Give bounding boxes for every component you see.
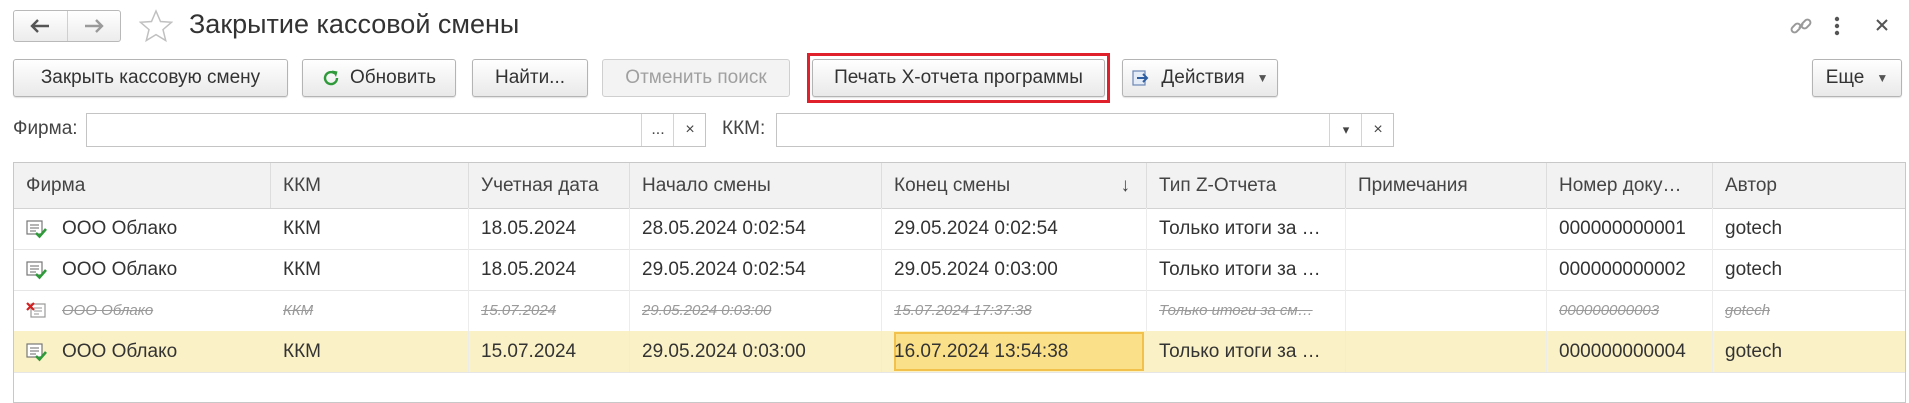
document-posted-icon (26, 261, 47, 280)
table-row[interactable]: ООО Облако ККМ 18.05.2024 28.05.2024 0:0… (14, 208, 1905, 250)
kkm-filter-input[interactable]: ▾ × (776, 113, 1394, 147)
highlight-box (807, 53, 1110, 103)
kkm-clear-button[interactable]: × (1361, 114, 1394, 146)
cell-notes (1346, 249, 1547, 290)
navigation-group (13, 10, 121, 42)
cell-firma: ООО Облако (62, 341, 178, 362)
cell-firma: ООО Облако (62, 259, 178, 280)
cell-kkm: ККМ (271, 208, 469, 249)
cell-author: gotech (1725, 341, 1783, 362)
chevron-down-icon: ▼ (1256, 71, 1269, 85)
cell-type: Только итоги за … (1147, 208, 1346, 249)
cell-type: Только итоги за см… (1147, 290, 1346, 331)
cell-firma: ООО Облако (62, 218, 178, 239)
cell-end: 16.07.2024 13:54:38 (894, 341, 1069, 362)
more-button[interactable]: Еще ▼ (1812, 59, 1902, 97)
cell-notes (1346, 331, 1547, 372)
column-header[interactable]: Примечания (1346, 163, 1547, 208)
close-icon[interactable] (1874, 17, 1890, 33)
column-header-sorted[interactable]: Конец смены ↓ (882, 163, 1147, 208)
refresh-label: Обновить (349, 67, 437, 88)
find-button[interactable]: Найти... (472, 59, 588, 97)
column-header[interactable]: Начало смены (630, 163, 882, 208)
column-header[interactable]: Фирма (14, 163, 271, 208)
cell-type: Только итоги за … (1147, 331, 1346, 372)
page-title: Закрытие кассовой смены (189, 9, 520, 39)
column-header[interactable]: Автор (1713, 163, 1905, 208)
cell-start: 29.05.2024 0:02:54 (630, 249, 882, 290)
document-posted-icon (26, 220, 47, 239)
column-header[interactable]: Номер доку… (1547, 163, 1713, 208)
table-row[interactable]: ООО Облако ККМ 18.05.2024 29.05.2024 0:0… (14, 249, 1905, 291)
column-header[interactable]: Тип Z-Отчета (1147, 163, 1346, 208)
cell-type: Только итоги за … (1147, 249, 1346, 290)
cell-start: 29.05.2024 0:03:00 (630, 290, 882, 331)
column-header[interactable]: ККМ (271, 163, 469, 208)
more-label: Еще (1825, 67, 1865, 88)
actions-icon (1131, 68, 1151, 88)
document-posted-icon (26, 343, 47, 362)
cell-notes (1346, 290, 1547, 331)
cell-end: 15.07.2024 17:37:38 (882, 290, 1147, 331)
cell-number: 000000000001 (1547, 208, 1713, 249)
refresh-button[interactable]: Обновить (302, 59, 456, 97)
cell-start: 29.05.2024 0:03:00 (630, 331, 882, 372)
cell-end: 29.05.2024 0:02:54 (882, 208, 1147, 249)
refresh-icon (322, 69, 340, 87)
close-shift-label: Закрыть кассовую смену (40, 67, 261, 88)
actions-label: Действия (1161, 67, 1245, 88)
cell-kkm: ККМ (271, 249, 469, 290)
firma-select-button[interactable]: ... (641, 114, 674, 146)
cell-number: 000000000003 (1547, 290, 1713, 331)
actions-button[interactable]: Действия ▼ (1122, 59, 1278, 97)
kkm-dropdown-button[interactable]: ▾ (1329, 114, 1362, 146)
back-button[interactable] (14, 11, 67, 41)
cell-date: 18.05.2024 (469, 249, 630, 290)
close-shift-button[interactable]: Закрыть кассовую смену (13, 59, 288, 97)
cell-author: gotech (1725, 259, 1783, 280)
link-icon[interactable] (1788, 13, 1814, 39)
cell-firma: ООО Облако (62, 302, 154, 319)
document-deleted-icon (26, 302, 46, 318)
find-label: Найти... (494, 67, 566, 88)
forward-arrow-icon (84, 19, 104, 33)
table-header: Фирма ККМ Учетная дата Начало смены Коне… (14, 163, 1905, 209)
cell-date: 18.05.2024 (469, 208, 630, 249)
chevron-down-icon: ▼ (1876, 71, 1889, 85)
firma-clear-button[interactable]: × (673, 114, 706, 146)
cell-kkm: ККМ (271, 331, 469, 372)
back-arrow-icon (30, 19, 50, 33)
cell-date: 15.07.2024 (469, 290, 630, 331)
firma-filter-input[interactable]: ... × (86, 113, 706, 147)
cell-end: 29.05.2024 0:03:00 (882, 249, 1147, 290)
forward-button[interactable] (66, 11, 121, 41)
kkm-filter-label: ККМ: (722, 118, 766, 139)
cell-start: 28.05.2024 0:02:54 (630, 208, 882, 249)
cancel-search-label: Отменить поиск (625, 67, 767, 88)
more-vertical-icon[interactable] (1832, 13, 1842, 39)
column-header[interactable]: Учетная дата (469, 163, 630, 208)
star-icon[interactable] (139, 9, 173, 43)
table-row-selected[interactable]: ООО Облако ККМ 15.07.2024 29.05.2024 0:0… (14, 331, 1905, 373)
cell-author: gotech (1725, 302, 1771, 319)
shifts-table: Фирма ККМ Учетная дата Начало смены Коне… (13, 162, 1906, 403)
cell-number: 000000000004 (1547, 331, 1713, 372)
cell-number: 000000000002 (1547, 249, 1713, 290)
title-bar: Закрытие кассовой смены (0, 0, 1909, 54)
cell-date: 15.07.2024 (469, 331, 630, 372)
column-header-label: Конец смены (894, 175, 1011, 196)
cell-notes (1346, 208, 1547, 249)
cancel-search-button[interactable]: Отменить поиск (602, 59, 790, 97)
cell-author: gotech (1725, 218, 1783, 239)
table-row[interactable]: ООО Облако ККМ 15.07.2024 29.05.2024 0:0… (14, 290, 1905, 332)
firma-filter-label: Фирма: (13, 118, 78, 139)
cell-kkm: ККМ (271, 290, 469, 331)
sort-arrow-icon: ↓ (1120, 175, 1131, 196)
